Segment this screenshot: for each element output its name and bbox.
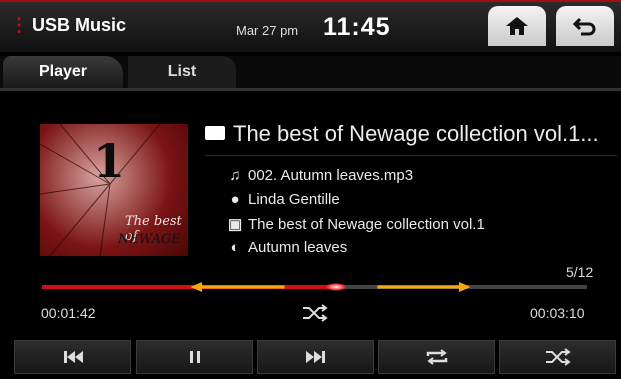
tab-list[interactable]: List [128,56,236,88]
song-title: Autumn leaves [248,239,348,256]
album-art-number: 1 [93,134,126,188]
divider [205,155,617,156]
shuffle-button[interactable] [499,340,616,374]
skip-previous-icon [63,351,83,363]
next-button[interactable] [257,340,374,374]
album-art-subcaption: NEWAGE [118,232,181,247]
total-time: 00:03:10 [530,305,585,321]
progress-handle[interactable] [325,283,348,291]
elapsed-time: 00:01:42 [41,305,96,321]
title-row: ◐ Autumn leaves [228,239,347,256]
app-title: ⋮ USB Music [10,15,126,36]
right-arrow-annotation [377,282,471,292]
home-icon [506,17,528,35]
tab-bar: Player List [0,56,621,91]
date-label: Mar 27 pm [236,23,299,38]
repeat-button[interactable] [378,340,495,374]
repeat-icon [426,349,447,365]
title-icon: ◐ [230,239,240,256]
artist-row: ● Linda Gentille [228,191,340,208]
skip-next-icon [305,351,325,363]
app-title-label: USB Music [32,15,127,35]
artist-name: Linda Gentille [248,191,340,208]
album-art: 1 The best of NEWAGE [40,124,188,256]
track-count: 5/12 [566,264,594,280]
back-arrow-icon [572,17,596,36]
album-icon: ▣ [228,216,243,233]
status-bar: ⋮ USB Music Mar 27 pm 11:45 [0,0,621,52]
pause-button[interactable] [136,340,253,374]
back-button[interactable] [556,6,614,46]
file-name-row: ♫ 002. Autumn leaves.mp3 [228,167,413,184]
progress-bar[interactable] [42,283,587,291]
clock: 11:45 [323,13,391,41]
shuffle-status-icon [303,304,328,322]
home-button[interactable] [488,6,546,46]
folder-title: The best of Newage collection vol.1... [205,121,599,147]
folder-icon [205,126,225,141]
previous-button[interactable] [14,340,131,374]
music-note-icon: ♫ [229,167,241,184]
pause-icon [189,351,200,363]
shuffle-icon [545,348,571,366]
menu-dots-icon: ⋮ [10,15,28,35]
left-arrow-annotation [190,282,285,292]
album-row: ▣ The best of Newage collection vol.1 [228,215,485,233]
file-name: 002. Autumn leaves.mp3 [248,167,414,184]
album-name: The best of Newage collection vol.1 [248,216,485,233]
folder-title-text: The best of Newage collection vol.1... [233,121,599,146]
person-icon: ● [230,191,240,208]
tab-player[interactable]: Player [3,56,123,88]
